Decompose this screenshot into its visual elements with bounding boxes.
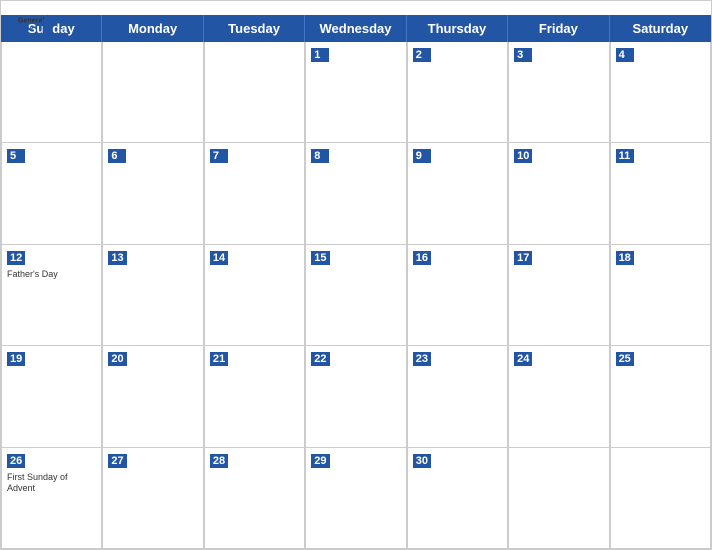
- day-header-thursday: Thursday: [407, 15, 508, 42]
- day-number: 26: [7, 454, 25, 468]
- day-number: 29: [311, 454, 329, 468]
- day-cell: 26 First Sunday of Advent: [1, 448, 102, 549]
- day-number: 2: [413, 48, 431, 62]
- day-cell: 7: [204, 143, 305, 244]
- day-number: 13: [108, 251, 126, 265]
- day-number: 9: [413, 149, 431, 163]
- day-number: 11: [616, 149, 634, 163]
- day-cell: 8: [305, 143, 406, 244]
- day-number: 30: [413, 454, 431, 468]
- day-cell: 27: [102, 448, 203, 549]
- day-cell: 24: [508, 346, 609, 447]
- day-cell: 2: [407, 42, 508, 143]
- day-cell: 3: [508, 42, 609, 143]
- day-header-saturday: Saturday: [610, 15, 711, 42]
- day-cell: 12 Father's Day: [1, 245, 102, 346]
- calendar-header: General Blue: [1, 1, 711, 15]
- svg-text:Blue: Blue: [18, 24, 34, 33]
- day-cell: 13: [102, 245, 203, 346]
- day-number: 23: [413, 352, 431, 366]
- day-cell: 17: [508, 245, 609, 346]
- day-header-tuesday: Tuesday: [204, 15, 305, 42]
- day-number: 10: [514, 149, 532, 163]
- day-number: 1: [311, 48, 329, 62]
- day-number: 21: [210, 352, 228, 366]
- day-cell: 20: [102, 346, 203, 447]
- day-number: 4: [616, 48, 634, 62]
- day-number: 3: [514, 48, 532, 62]
- day-cell: [204, 42, 305, 143]
- day-cell: 10: [508, 143, 609, 244]
- day-number: 18: [616, 251, 634, 265]
- week-row-2: 5 6 7 8 9 10 11: [1, 143, 711, 244]
- day-cell: 22: [305, 346, 406, 447]
- day-cell: 11: [610, 143, 711, 244]
- calendar-container: General Blue SundayMondayTuesdayWednesda…: [0, 0, 712, 550]
- day-number: 15: [311, 251, 329, 265]
- week-row-3: 12 Father's Day 13 14 15 16 17 18: [1, 245, 711, 346]
- day-header-wednesday: Wednesday: [305, 15, 406, 42]
- day-cell: 25: [610, 346, 711, 447]
- day-number: 19: [7, 352, 25, 366]
- generalblue-logo: General Blue: [17, 11, 57, 39]
- day-cell: [102, 42, 203, 143]
- week-row-1: 1 2 3 4: [1, 42, 711, 143]
- day-number: 7: [210, 149, 228, 163]
- day-cell: 6: [102, 143, 203, 244]
- day-cell: 15: [305, 245, 406, 346]
- day-number: 22: [311, 352, 329, 366]
- day-number: 6: [108, 149, 126, 163]
- day-number: 17: [514, 251, 532, 265]
- event-text: Father's Day: [7, 269, 96, 281]
- logo-area: General Blue: [17, 11, 57, 39]
- day-cell: 16: [407, 245, 508, 346]
- day-cell: 4: [610, 42, 711, 143]
- day-number: 20: [108, 352, 126, 366]
- day-number: 5: [7, 149, 25, 163]
- day-header-monday: Monday: [102, 15, 203, 42]
- week-row-5: 26 First Sunday of Advent 27 28 29 30: [1, 448, 711, 549]
- day-header-friday: Friday: [508, 15, 609, 42]
- week-row-4: 19 20 21 22 23 24 25: [1, 346, 711, 447]
- day-cell: 9: [407, 143, 508, 244]
- day-cell: 5: [1, 143, 102, 244]
- day-cell: 30: [407, 448, 508, 549]
- day-cell: 18: [610, 245, 711, 346]
- day-cell: 23: [407, 346, 508, 447]
- day-number: 16: [413, 251, 431, 265]
- day-number: 24: [514, 352, 532, 366]
- day-number: 8: [311, 149, 329, 163]
- day-cell: [1, 42, 102, 143]
- day-cell: 21: [204, 346, 305, 447]
- day-cell: 1: [305, 42, 406, 143]
- day-cell: 28: [204, 448, 305, 549]
- day-number: 28: [210, 454, 228, 468]
- day-cell: 14: [204, 245, 305, 346]
- calendar-body: 123456789101112Father's Day1314151617181…: [1, 42, 711, 549]
- day-cell: [508, 448, 609, 549]
- day-cell: 29: [305, 448, 406, 549]
- day-number: 14: [210, 251, 228, 265]
- day-cell: [610, 448, 711, 549]
- day-number: 27: [108, 454, 126, 468]
- day-number: 12: [7, 251, 25, 265]
- event-text: First Sunday of Advent: [7, 472, 96, 495]
- day-cell: 19: [1, 346, 102, 447]
- day-number: 25: [616, 352, 634, 366]
- day-headers-row: SundayMondayTuesdayWednesdayThursdayFrid…: [1, 15, 711, 42]
